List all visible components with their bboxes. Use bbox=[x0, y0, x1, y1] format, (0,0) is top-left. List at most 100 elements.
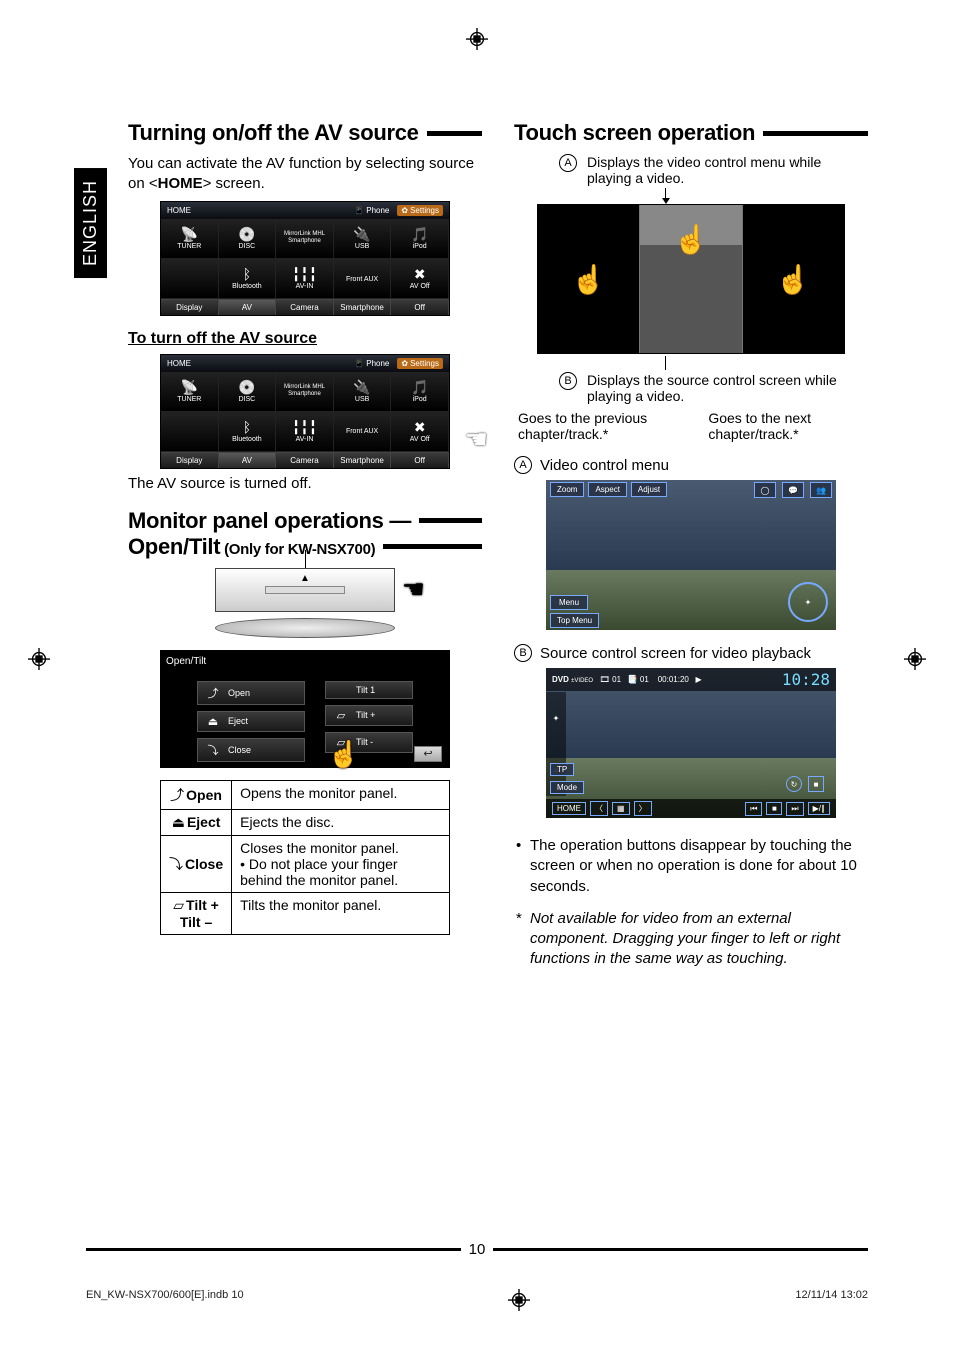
registration-mark-left bbox=[28, 648, 50, 675]
return-button: ↩ bbox=[414, 746, 442, 762]
top-menu-button: Top Menu bbox=[550, 613, 599, 628]
source-smartphone: MirrorLink MHL Smartphone bbox=[276, 219, 334, 259]
tilt-down-icon: ▱ bbox=[332, 736, 350, 749]
source-name: DVD bbox=[552, 675, 569, 684]
phone-badge: 📱 Phone bbox=[350, 205, 393, 216]
menu-button: Menu bbox=[550, 595, 588, 610]
source-usb: 🔌USB bbox=[334, 219, 392, 259]
touch-hand-icon: ☚ bbox=[402, 574, 425, 605]
clock: 10:28 bbox=[782, 670, 830, 689]
zoom-button: Zoom bbox=[550, 482, 584, 497]
tab-display: Display bbox=[161, 300, 219, 315]
tab-av: AV bbox=[219, 300, 277, 315]
video-control-menu-figure: Zoom Aspect Adjust ◯ 💬 👥 Menu Top Menu ✦ bbox=[546, 480, 836, 630]
source-avin: ╏╏╏AV-IN bbox=[276, 259, 334, 299]
stop-icon: ■ bbox=[808, 776, 824, 792]
usb-icon: 🔌 bbox=[353, 227, 370, 241]
source-control-figure: DVD ±VIDEO 🎞 01 📑 01 00:01:20 ▶ 10:28 ✦ … bbox=[546, 668, 836, 818]
source-bluetooth: ᛒBluetooth bbox=[219, 259, 277, 299]
disc-icon: 💿 bbox=[238, 227, 255, 241]
angle-icon: 👥 bbox=[810, 482, 832, 498]
eject-icon: ⏏ bbox=[204, 715, 222, 728]
touch-hand-icon: ☝ bbox=[674, 223, 709, 256]
elapsed-time: 00:01:20 bbox=[658, 675, 689, 684]
mode-button: Mode bbox=[550, 781, 584, 794]
source-control-label: Source control screen for video playback bbox=[540, 645, 811, 662]
touch-hand-icon: ☝ bbox=[776, 263, 811, 296]
source-empty bbox=[161, 259, 219, 299]
home-screen-figure-off: HOME 📱 Phone ✿ Settings 📡TUNER 💿DISC Mir… bbox=[160, 354, 450, 469]
x-icon: ✖ bbox=[414, 267, 426, 281]
eject-icon: ▲ bbox=[300, 573, 310, 584]
registration-mark-top bbox=[466, 28, 488, 55]
source-disc: 💿DISC bbox=[219, 219, 277, 259]
bluetooth-icon: ᛒ bbox=[243, 267, 251, 281]
tower-icon: 📡 bbox=[181, 227, 198, 241]
prev-chapter-label: Goes to the previous chapter/track.* bbox=[518, 410, 674, 442]
marker-a-icon: A bbox=[514, 456, 532, 474]
home-title: HOME bbox=[167, 206, 191, 215]
tilt-plus-button: ▱Tilt + bbox=[325, 705, 413, 726]
panel-ops-table: ⤴Open Opens the monitor panel. ⏏Eject Ej… bbox=[160, 780, 450, 935]
play-pause-icon: ▶/∥ bbox=[808, 802, 830, 815]
footnote-drag: Not available for video from an external… bbox=[514, 909, 868, 970]
close-button: ⤵Close bbox=[197, 738, 305, 762]
callout-a-text: Displays the video control menu while pl… bbox=[587, 154, 851, 186]
table-row: ⏏Eject Ejects the disc. bbox=[161, 809, 450, 835]
tab-camera: Camera bbox=[276, 300, 334, 315]
footer-filename: EN_KW-NSX700/600[E].indb 10 bbox=[86, 1289, 244, 1314]
callout-a-icon: A bbox=[559, 154, 577, 172]
registration-mark-right bbox=[904, 648, 926, 675]
home-button: HOME bbox=[552, 802, 586, 815]
repeat-icon: ↻ bbox=[786, 776, 802, 792]
audio-icon: ◯ bbox=[754, 482, 776, 498]
close-icon: ⤵ bbox=[204, 742, 222, 758]
page-number-bar: 10 bbox=[86, 1241, 868, 1258]
touch-zones-figure: ☝ ☝ ☝ bbox=[537, 204, 845, 354]
nav-ring-icon: ✦ bbox=[788, 582, 828, 622]
note-av-off: The AV source is turned off. bbox=[128, 475, 482, 492]
tilt1-button: Tilt 1 bbox=[325, 681, 413, 699]
table-row: ⤴Open Opens the monitor panel. bbox=[161, 780, 450, 809]
monitor-panel-figure: ▲ ☚ bbox=[210, 568, 400, 638]
registration-mark-bottom bbox=[508, 1289, 530, 1311]
tilt-icon: ▱ bbox=[173, 897, 184, 913]
tab-smartphone: Smartphone bbox=[334, 300, 392, 315]
touch-hand-icon: ☚ bbox=[465, 424, 488, 455]
next-chapter-label: Goes to the next chapter/track.* bbox=[708, 410, 864, 442]
home-screen-figure: HOME 📱 Phone ✿ Settings 📡TUNER 💿DISC Mir… bbox=[160, 201, 450, 316]
marker-b-icon: B bbox=[514, 644, 532, 662]
table-row: ⤵Close Closes the monitor panel. • Do no… bbox=[161, 835, 450, 892]
source-frontaux: Front AUX bbox=[334, 259, 392, 299]
footer-timestamp: 12/11/14 13:02 bbox=[795, 1289, 868, 1314]
next-track-icon: ⏭ bbox=[786, 802, 803, 816]
tab-off: Off bbox=[391, 300, 449, 315]
ipod-icon: 🎵 bbox=[411, 227, 428, 241]
open-tilt-screen: Open/Tilt ⤴Open ⏏Eject ⤵Close Tilt 1 ▱Ti… bbox=[160, 650, 450, 768]
tilt-up-icon: ▱ bbox=[332, 709, 350, 722]
rca-icon: ╏╏╏ bbox=[292, 267, 317, 281]
tilt-minus-button: ▱Tilt - bbox=[325, 732, 413, 753]
note-disappear: The operation buttons disappear by touch… bbox=[514, 836, 868, 897]
tp-button: TP bbox=[550, 763, 574, 776]
disc-tray bbox=[215, 618, 395, 638]
panel-slot: ▲ bbox=[215, 568, 395, 612]
open-icon: ⤴ bbox=[170, 787, 184, 803]
language-tab: ENGLISH bbox=[74, 168, 107, 278]
heading-av-text: Turning on/off the AV source bbox=[128, 120, 419, 146]
subhead-turn-off: To turn off the AV source bbox=[128, 330, 482, 348]
callout-b-text: Displays the source control screen while… bbox=[587, 372, 851, 404]
eject-icon: ⏏ bbox=[172, 814, 185, 830]
stop-icon: ■ bbox=[766, 802, 782, 815]
heading-touch-operation: Touch screen operation bbox=[514, 120, 868, 146]
source-ipod: 🎵iPod bbox=[391, 219, 449, 259]
intro-text: You can activate the AV function by sele… bbox=[128, 154, 482, 195]
table-row: ▱Tilt + Tilt – Tilts the monitor panel. bbox=[161, 892, 450, 934]
heading-panel-ops: Monitor panel operations — bbox=[128, 508, 482, 534]
eject-button: ⏏Eject bbox=[197, 711, 305, 732]
touch-hand-icon: ☝ bbox=[571, 263, 606, 296]
close-icon: ⤵ bbox=[169, 856, 183, 872]
touch-diagram: A Displays the video control menu while … bbox=[531, 154, 851, 404]
settings-badge: ✿ Settings bbox=[397, 205, 443, 216]
app-icon: ▦ bbox=[612, 802, 630, 815]
